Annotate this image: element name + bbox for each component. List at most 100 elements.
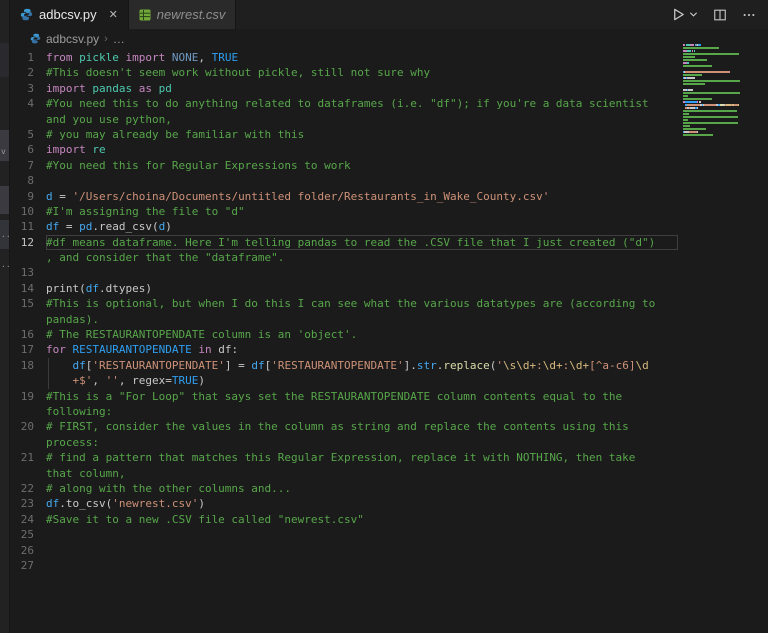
code-line[interactable]: 2 #This doesn't seem work without pickle,… — [10, 65, 678, 80]
code-line[interactable]: 22 # along with the other columns and... — [10, 481, 678, 496]
line-number: 27 — [20, 558, 34, 572]
close-icon[interactable]: ✕ — [109, 8, 118, 21]
code-text: following: — [46, 404, 113, 418]
sidebar-item-partial[interactable] — [0, 130, 9, 161]
line-number: 1 — [27, 51, 34, 64]
code-text: # you may already be familiar with this — [46, 127, 305, 141]
line-number: 9 — [27, 189, 34, 203]
line-number: 14 — [20, 281, 34, 295]
code-line[interactable]: 5 # you may already be familiar with this — [10, 127, 678, 142]
code-text: #Save it to a new .CSV file called "newr… — [46, 512, 364, 526]
code-text: # along with the other columns and... — [46, 481, 292, 495]
sidebar-text-fragment: v — [1, 147, 6, 156]
line-number: 7 — [27, 158, 34, 172]
code-line[interactable]: 12 #df means dataframe. Here I'm telling … — [10, 235, 678, 250]
sidebar-item-partial[interactable] — [0, 43, 9, 77]
code-line[interactable]: 18 df['RESTAURANTOPENDATE'] = df['RESTAU… — [10, 357, 678, 374]
breadcrumb-separator: › — [104, 32, 108, 45]
code-text: df['RESTAURANTOPENDATE'] = df['RESTAURAN… — [46, 357, 678, 374]
code-line[interactable]: 9 d = '/Users/choina/Documents/untitled f… — [10, 189, 678, 204]
code-text: print(df.dtypes) — [46, 281, 152, 295]
code-line[interactable]: 15 #This is optional, but when I do this … — [10, 296, 678, 311]
code-text: # find a pattern that matches this Regul… — [46, 451, 636, 465]
breadcrumb-more[interactable]: … — [113, 32, 125, 46]
code-line[interactable]: 14 print(df.dtypes) — [10, 281, 678, 296]
code-line[interactable]: 16 # The RESTAURANTOPENDATE column is an … — [10, 327, 678, 342]
code-line[interactable]: following: — [10, 404, 678, 419]
code-text: +$', '', regex=TRUE) — [46, 373, 678, 389]
line-number: 12 — [20, 235, 34, 249]
code-text: #You need this for Regular Expressions t… — [46, 158, 351, 172]
code-line[interactable]: 17 for RESTAURANTOPENDATE in df: — [10, 342, 678, 357]
chevron-down-icon[interactable] — [689, 10, 698, 19]
line-number: 22 — [20, 481, 34, 495]
code-text: #This is optional, but when I do this I … — [46, 297, 656, 311]
code-line[interactable]: 25 — [10, 527, 678, 542]
sidebar-item-partial[interactable] — [0, 186, 9, 214]
breadcrumb-file[interactable]: adbcsv.py — [46, 32, 99, 46]
more-actions-button[interactable] — [742, 8, 756, 22]
line-number: 25 — [20, 528, 34, 542]
code-line[interactable]: 1 from pickle import NONE, TRUE — [10, 50, 678, 65]
code-line[interactable]: , and consider that the "dataframe". — [10, 250, 678, 265]
code-line[interactable]: 26 — [10, 543, 678, 558]
line-number: 24 — [20, 512, 34, 526]
code-text: # FIRST, consider the values in the colu… — [46, 420, 629, 434]
line-number — [10, 112, 46, 127]
code-text: that column, — [46, 466, 126, 480]
code-text: , and consider that the "dataframe". — [46, 251, 285, 265]
line-number: 18 — [20, 358, 34, 372]
code-text: #I'm assigning the file to "d" — [46, 204, 245, 218]
code-line[interactable]: process: — [10, 435, 678, 450]
split-editor-button[interactable] — [713, 8, 727, 22]
code-line[interactable]: 10 #I'm assigning the file to "d" — [10, 204, 678, 219]
line-number — [10, 250, 46, 265]
code-editor[interactable]: 1 from pickle import NONE, TRUE 2 #This doe… — [10, 48, 768, 573]
run-button[interactable] — [671, 7, 686, 22]
code-line[interactable]: 11 df = pd.read_csv(d) — [10, 219, 678, 234]
code-line[interactable]: 27 — [10, 558, 678, 573]
code-line[interactable]: 7 #You need this for Regular Expressions … — [10, 158, 678, 173]
code-line[interactable]: 24 #Save it to a new .CSV file called "ne… — [10, 512, 678, 527]
line-number — [10, 404, 46, 419]
code-line[interactable]: 13 — [10, 265, 678, 280]
line-number: 16 — [20, 328, 34, 342]
code-line[interactable]: 20 # FIRST, consider the values in the co… — [10, 419, 678, 434]
code-line[interactable]: 6 import re — [10, 142, 678, 157]
breadcrumb: adbcsv.py › … — [10, 29, 768, 48]
code-line[interactable]: 4 #You need this to do anything related t… — [10, 96, 678, 111]
code-line[interactable]: that column, — [10, 466, 678, 481]
csv-table-icon — [139, 9, 151, 20]
line-number: 3 — [27, 81, 34, 95]
line-number: 26 — [20, 543, 34, 557]
tab-adbcsv-py[interactable]: adbcsv.py ✕ — [10, 0, 129, 29]
sidebar-sliver[interactable]: v .. .. — [0, 0, 11, 633]
code-line[interactable]: pandas). — [10, 312, 678, 327]
code-line[interactable]: 3 import pandas as pd — [10, 81, 678, 96]
code-line[interactable]: 23 df.to_csv('newrest.csv') — [10, 496, 678, 511]
line-number: 10 — [20, 204, 34, 218]
code-line[interactable]: 19 #This is a "For Loop" that says set th… — [10, 389, 678, 404]
line-number: 15 — [20, 297, 34, 311]
line-number — [10, 435, 46, 450]
line-number: 8 — [27, 174, 34, 188]
code-text: for RESTAURANTOPENDATE in df: — [46, 343, 239, 357]
code-line[interactable]: and you use python, — [10, 112, 678, 127]
code-line[interactable]: 21 # find a pattern that matches this Reg… — [10, 450, 678, 465]
editor-group: adbcsv.py ✕ newrest.csv adbcsv.py › … 1 … — [10, 0, 768, 633]
python-icon — [20, 8, 33, 21]
code-text: pandas). — [46, 312, 99, 326]
line-number: 2 — [27, 66, 34, 80]
code-line[interactable]: 8 — [10, 173, 678, 188]
tab-newrest-csv[interactable]: newrest.csv — [128, 0, 237, 29]
minimap[interactable] — [683, 44, 761, 146]
code-text: import pandas as pd — [46, 81, 172, 95]
code-line[interactable]: +$', '', regex=TRUE) — [10, 373, 678, 389]
code-text: #df means dataframe. Here I'm telling pa… — [46, 235, 678, 250]
code-text: df.to_csv('newrest.csv') — [46, 497, 205, 511]
